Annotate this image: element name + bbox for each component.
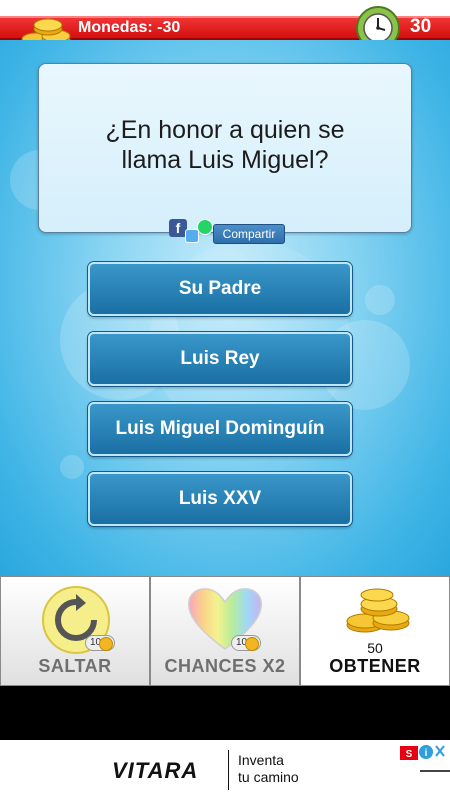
ad-underline <box>420 770 450 772</box>
question-text: ¿En honor a quien se llama Luis Miguel? <box>105 116 345 174</box>
ad-slogan: Inventa tu camino <box>238 752 299 786</box>
answer-button[interactable]: Luis Rey <box>88 332 352 386</box>
ad-divider <box>228 750 229 790</box>
get-coins-button[interactable]: 50 OBTENER <box>300 576 450 686</box>
skip-powerup-button[interactable]: 10 SALTAR <box>0 576 150 686</box>
spacer <box>0 686 450 740</box>
ad-banner[interactable]: VITARA Inventa tu camino S i <box>0 740 450 800</box>
ad-slogan-line: Inventa <box>238 752 284 768</box>
whatsapp-icon[interactable] <box>197 219 213 235</box>
answer-button[interactable]: Luis XXV <box>88 472 352 526</box>
coin-amount: 50 <box>367 640 383 656</box>
powerup-label: SALTAR <box>38 656 112 676</box>
powerup-label: OBTENER <box>329 656 421 676</box>
powerup-label: CHANCES X2 <box>164 656 286 676</box>
question-card: ¿En honor a quien se llama Luis Miguel? <box>38 63 412 233</box>
share-widget[interactable]: f Compartir <box>169 217 287 247</box>
powerups-bar: 10 SALTAR 10 CHANCES X2 50 OBTENER <box>0 576 450 686</box>
share-button[interactable]: Compartir <box>213 224 285 244</box>
coins-stack-icon <box>346 588 410 633</box>
svg-text:S: S <box>406 749 413 760</box>
ad-info-icon[interactable]: S i <box>398 742 446 772</box>
answer-button[interactable]: Luis Miguel Dominguín <box>88 402 352 456</box>
coins-balance: Monedas: -30 <box>78 19 181 36</box>
bokeh-decoration <box>365 285 395 315</box>
game-area: ¿En honor a quien se llama Luis Miguel? … <box>0 40 450 576</box>
timer-value: 30 <box>410 16 432 37</box>
cost-badge: 10 <box>231 635 261 651</box>
cost-badge: 10 <box>85 635 115 651</box>
double-chance-powerup-button[interactable]: 10 CHANCES X2 <box>150 576 300 686</box>
ad-slogan-line: tu camino <box>238 769 299 785</box>
twitter-icon[interactable] <box>185 229 199 243</box>
ad-brand: VITARA <box>112 758 199 783</box>
svg-text:i: i <box>425 748 428 759</box>
bokeh-decoration <box>60 455 84 479</box>
answer-button[interactable]: Su Padre <box>88 262 352 316</box>
